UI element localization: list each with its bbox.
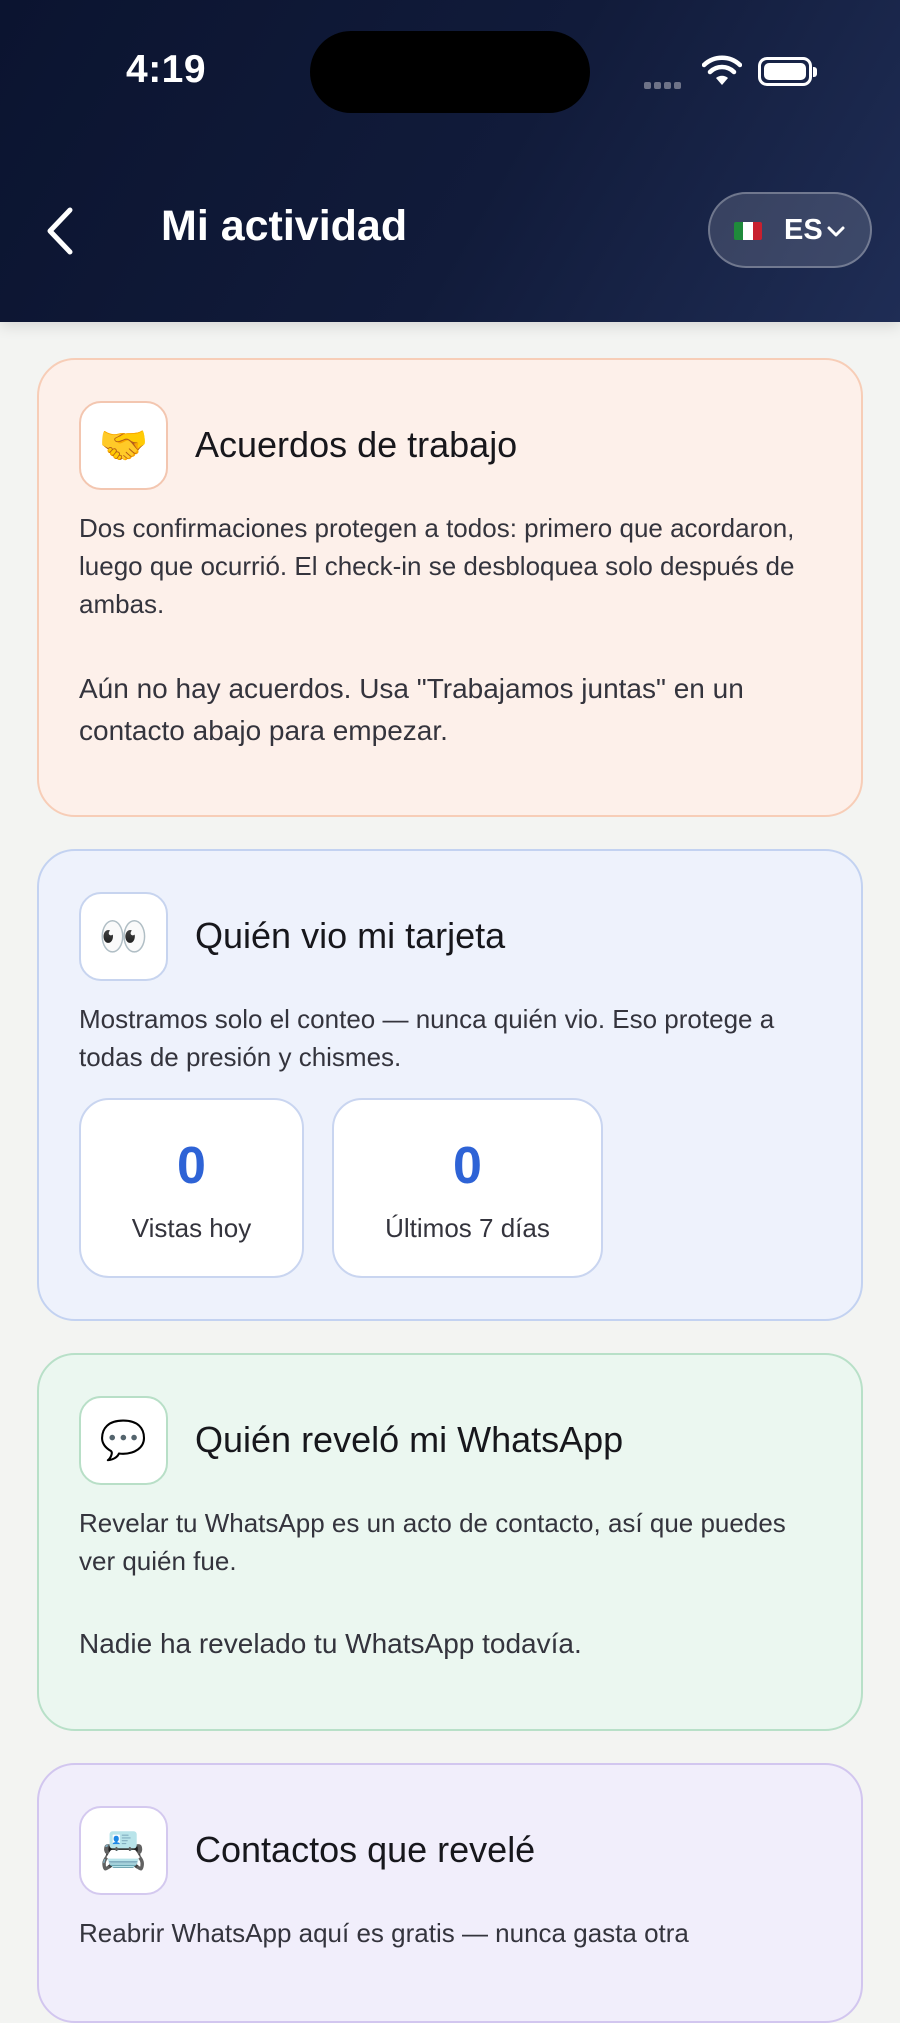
stat-views-7-days: 0 Últimos 7 días: [332, 1098, 603, 1278]
card-title: Contactos que revelé: [195, 1829, 536, 1870]
speech-bubble-glyph: 💬: [99, 1419, 148, 1462]
chevron-down-icon: [827, 226, 845, 237]
language-selector-button[interactable]: ES: [708, 192, 872, 268]
cellular-signal-icon: [644, 76, 684, 94]
battery-icon: [758, 57, 817, 86]
card-description: Reabrir WhatsApp aquí es gratis — nunca …: [79, 1918, 689, 1948]
card-title: Quién vio mi tarjeta: [195, 915, 506, 956]
status-time: 4:19: [126, 48, 207, 91]
empty-state-text: Nadie ha revelado tu WhatsApp todavía.: [79, 1628, 582, 1659]
app-header: 4:19 Mi actividad ES: [0, 0, 900, 322]
card-description: Revelar tu WhatsApp es un acto de contac…: [79, 1508, 786, 1576]
eyes-glyph: 👀: [98, 915, 149, 959]
empty-state-text: Aún no hay acuerdos. Usa "Trabajamos jun…: [79, 673, 744, 746]
stat-value: 0: [177, 1137, 206, 1195]
card-title: Acuerdos de trabajo: [195, 424, 518, 465]
whatsapp-reveals-card: 💬 Quién reveló mi WhatsApp Revelar tu Wh…: [37, 1353, 863, 1731]
card-description: Dos confirmaciones protegen a todos: pri…: [79, 513, 795, 619]
stat-views-today: 0 Vistas hoy: [79, 1098, 304, 1278]
stat-value: 0: [453, 1137, 482, 1195]
card-index-glyph: 📇: [99, 1829, 148, 1872]
card-title: Quién reveló mi WhatsApp: [195, 1419, 624, 1460]
mexico-flag-icon: [734, 222, 762, 240]
handshake-icon: 🤝: [79, 401, 168, 490]
revealed-contacts-card: 📇 Contactos que revelé Reabrir WhatsApp …: [37, 1763, 863, 2023]
card-description: Mostramos solo el conteo — nunca quién v…: [79, 1004, 775, 1072]
language-code: ES: [784, 214, 823, 246]
stat-label: Últimos 7 días: [385, 1213, 550, 1243]
card-views-card: 👀 Quién vio mi tarjeta Mostramos solo el…: [37, 849, 863, 1321]
speech-bubble-icon: 💬: [79, 1396, 168, 1485]
card-index-icon: 📇: [79, 1806, 168, 1895]
stat-label: Vistas hoy: [131, 1213, 252, 1243]
eyes-icon: 👀: [79, 892, 168, 981]
wifi-icon: [702, 55, 742, 85]
back-button[interactable]: [42, 204, 78, 258]
work-agreements-card: 🤝 Acuerdos de trabajo Dos confirmaciones…: [37, 358, 863, 817]
dynamic-island: [310, 31, 590, 113]
handshake-glyph: 🤝: [98, 424, 149, 468]
page-title: Mi actividad: [161, 202, 408, 250]
